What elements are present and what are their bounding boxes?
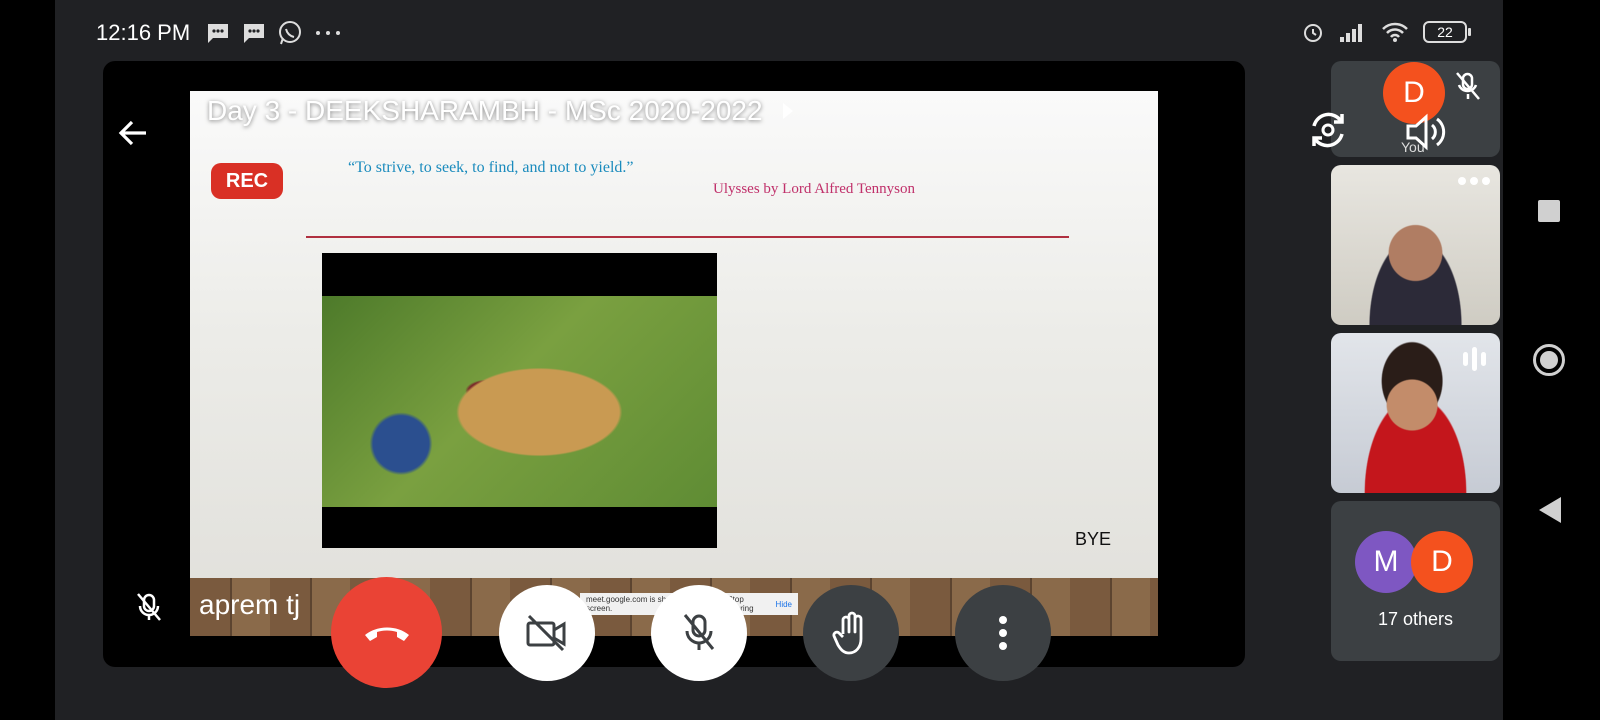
other-avatar-m: M [1355,531,1417,593]
self-mic-off-icon [1453,71,1483,108]
notification-icons [205,20,343,46]
camera-toggle-button[interactable] [499,585,595,681]
more-options-button[interactable] [955,585,1051,681]
flip-camera-icon [1312,112,1344,148]
slide-quote: “To strive, to seek, to find, and not to… [348,159,634,176]
play-arrow-icon[interactable] [781,101,795,121]
status-time: 12:16 PM [96,20,191,45]
more-vert-icon [999,616,1007,650]
whatsapp-icon [279,21,301,45]
signal-icon [1340,24,1362,42]
back-button[interactable] [111,111,155,155]
raise-hand-icon [832,611,863,655]
battery-icon: 22 [1423,21,1471,43]
participant-options-icon[interactable] [1458,177,1490,185]
slide-footer-text: BYE [1075,529,1112,549]
slide-attribution: Ulysses by Lord Alfred Tennyson [713,181,915,197]
wifi-icon [1382,22,1408,42]
more-dots-icon [316,31,340,35]
alarm-icon [1304,24,1322,42]
slide-divider [306,236,1069,238]
home-icon[interactable] [1533,344,1565,376]
message-icon [244,24,264,43]
shared-slide: Day 3 - DEEKSHARAMBH - MSc 2020-2022 REC… [190,91,1158,636]
message-icon [208,24,228,43]
mic-toggle-button[interactable] [651,585,747,681]
speaker-icon [1406,113,1446,151]
status-right-icons: 22 [1301,20,1471,44]
battery-level: 22 [1437,24,1453,40]
system-status-bar: 12:16 PM 22 [55,0,1503,60]
nav-back-icon[interactable] [1539,497,1561,523]
presentation-title-row[interactable]: Day 3 - DEEKSHARAMBH - MSc 2020-2022 [207,95,795,127]
end-call-button[interactable] [331,577,442,688]
participant-tile[interactable] [1331,165,1500,325]
others-count-label: 17 others [1377,609,1454,629]
audio-level-icon [1463,347,1486,371]
raise-hand-button[interactable] [803,585,899,681]
recents-icon[interactable] [1538,200,1560,222]
switch-camera-button[interactable] [1306,108,1350,157]
mic-off-icon [683,614,715,650]
presentation-title: Day 3 - DEEKSHARAMBH - MSc 2020-2022 [207,95,763,126]
other-avatar-d: D [1411,531,1473,593]
recording-badge: REC [211,163,283,199]
phone-hangup-icon [364,627,409,641]
arrow-back-icon [118,120,146,146]
camera-off-icon [526,614,566,652]
android-nav-bar [1503,0,1600,720]
audio-output-button[interactable] [1404,112,1448,157]
participant-tile-speaking[interactable] [1331,333,1500,493]
lion-child-image [322,296,717,507]
others-tile[interactable]: M D 17 others [1331,501,1500,661]
slide-photo [322,253,717,548]
